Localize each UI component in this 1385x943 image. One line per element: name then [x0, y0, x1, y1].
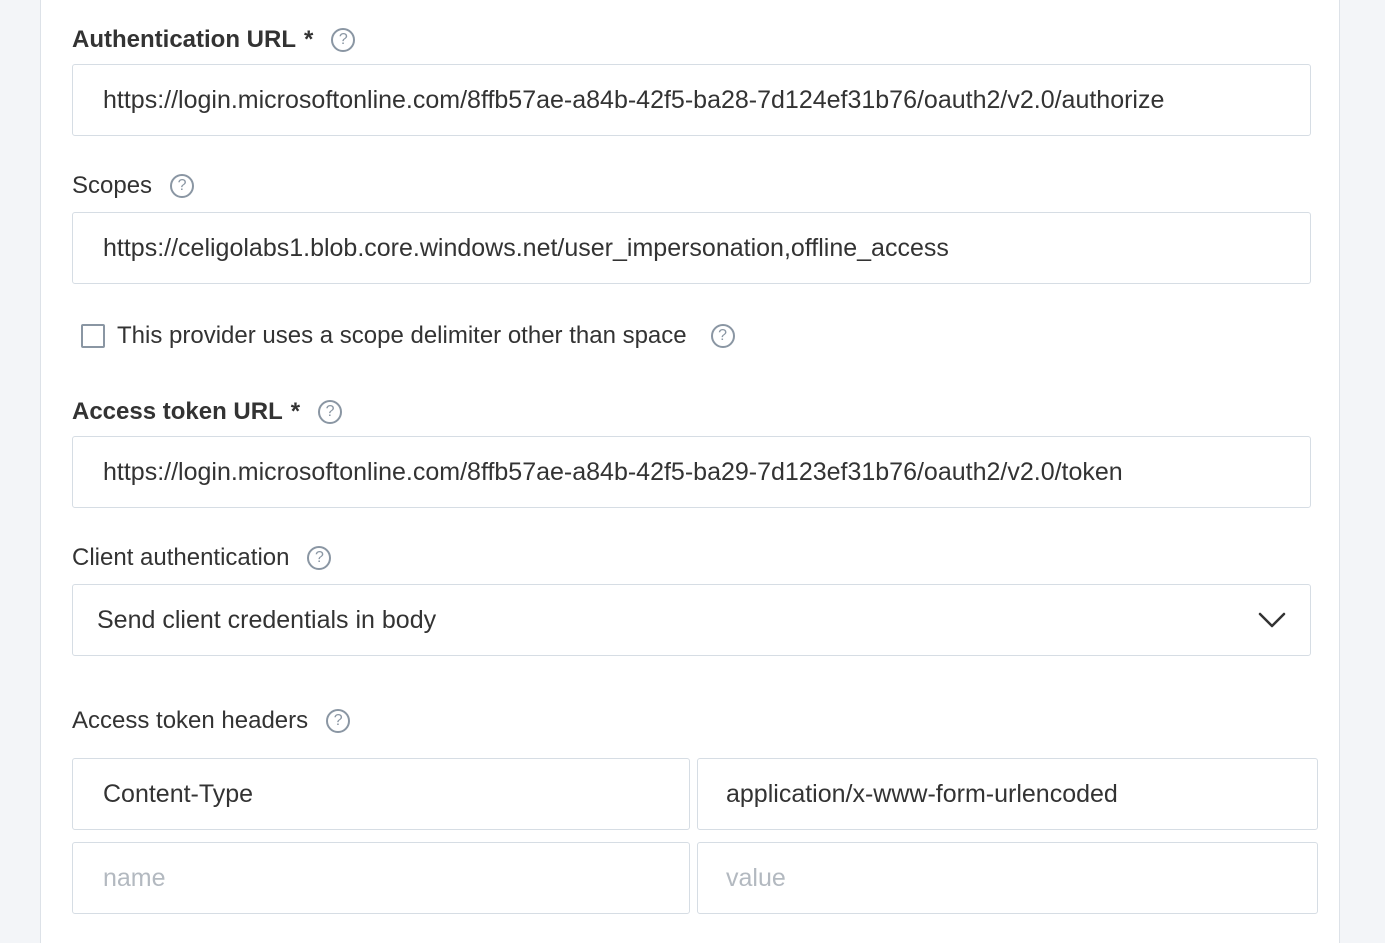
- help-icon[interactable]: ?: [326, 709, 351, 733]
- form-panel: Authentication URL * ? https://login.mic…: [40, 0, 1340, 943]
- scopes-label: Scopes: [72, 172, 153, 199]
- help-icon[interactable]: ?: [170, 174, 195, 198]
- access-token-headers-label-row: Access token headers ?: [72, 705, 351, 737]
- scopes-input[interactable]: https://celigolabs1.blob.core.windows.ne…: [72, 212, 1311, 284]
- auth-url-label-row: Authentication URL * ?: [72, 24, 356, 56]
- required-mark: *: [290, 398, 301, 425]
- client-auth-label: Client authentication: [72, 544, 290, 571]
- header-name-placeholder: name: [103, 863, 166, 892]
- header-name-value: Content-Type: [103, 779, 254, 808]
- access-token-url-label-row: Access token URL * ?: [72, 396, 343, 428]
- client-auth-selected: Send client credentials in body: [97, 605, 437, 634]
- access-token-url-input[interactable]: https://login.microsoftonline.com/8ffb57…: [72, 436, 1311, 508]
- header-name-empty-input[interactable]: name: [72, 842, 690, 914]
- chevron-down-icon[interactable]: [1258, 612, 1286, 628]
- auth-url-label: Authentication URL: [72, 26, 296, 53]
- client-auth-select[interactable]: Send client credentials in body: [72, 584, 1311, 656]
- header-value-input[interactable]: application/x-www-form-urlencoded: [697, 758, 1318, 830]
- help-icon[interactable]: ?: [318, 400, 343, 424]
- scope-delimiter-label[interactable]: This provider uses a scope delimiter oth…: [117, 322, 687, 350]
- auth-url-value: https://login.microsoftonline.com/8ffb57…: [103, 85, 1165, 114]
- header-value-value: application/x-www-form-urlencoded: [726, 779, 1118, 808]
- access-token-url-value: https://login.microsoftonline.com/8ffb57…: [103, 457, 1123, 486]
- help-icon[interactable]: ?: [307, 546, 332, 570]
- header-name-input[interactable]: Content-Type: [72, 758, 690, 830]
- scopes-label-row: Scopes ?: [72, 170, 195, 202]
- header-value-empty-input[interactable]: value: [697, 842, 1318, 914]
- scope-delimiter-row: This provider uses a scope delimiter oth…: [81, 318, 735, 354]
- header-value-placeholder: value: [726, 863, 786, 892]
- help-icon[interactable]: ?: [710, 324, 735, 348]
- scopes-value: https://celigolabs1.blob.core.windows.ne…: [103, 233, 949, 262]
- access-token-headers-label: Access token headers: [72, 707, 309, 734]
- checkbox-unchecked-icon[interactable]: [81, 324, 105, 348]
- access-token-url-label: Access token URL: [72, 398, 283, 425]
- auth-url-input[interactable]: https://login.microsoftonline.com/8ffb57…: [72, 64, 1311, 136]
- client-auth-label-row: Client authentication ?: [72, 542, 332, 574]
- required-mark: *: [303, 26, 314, 53]
- help-icon[interactable]: ?: [331, 28, 356, 52]
